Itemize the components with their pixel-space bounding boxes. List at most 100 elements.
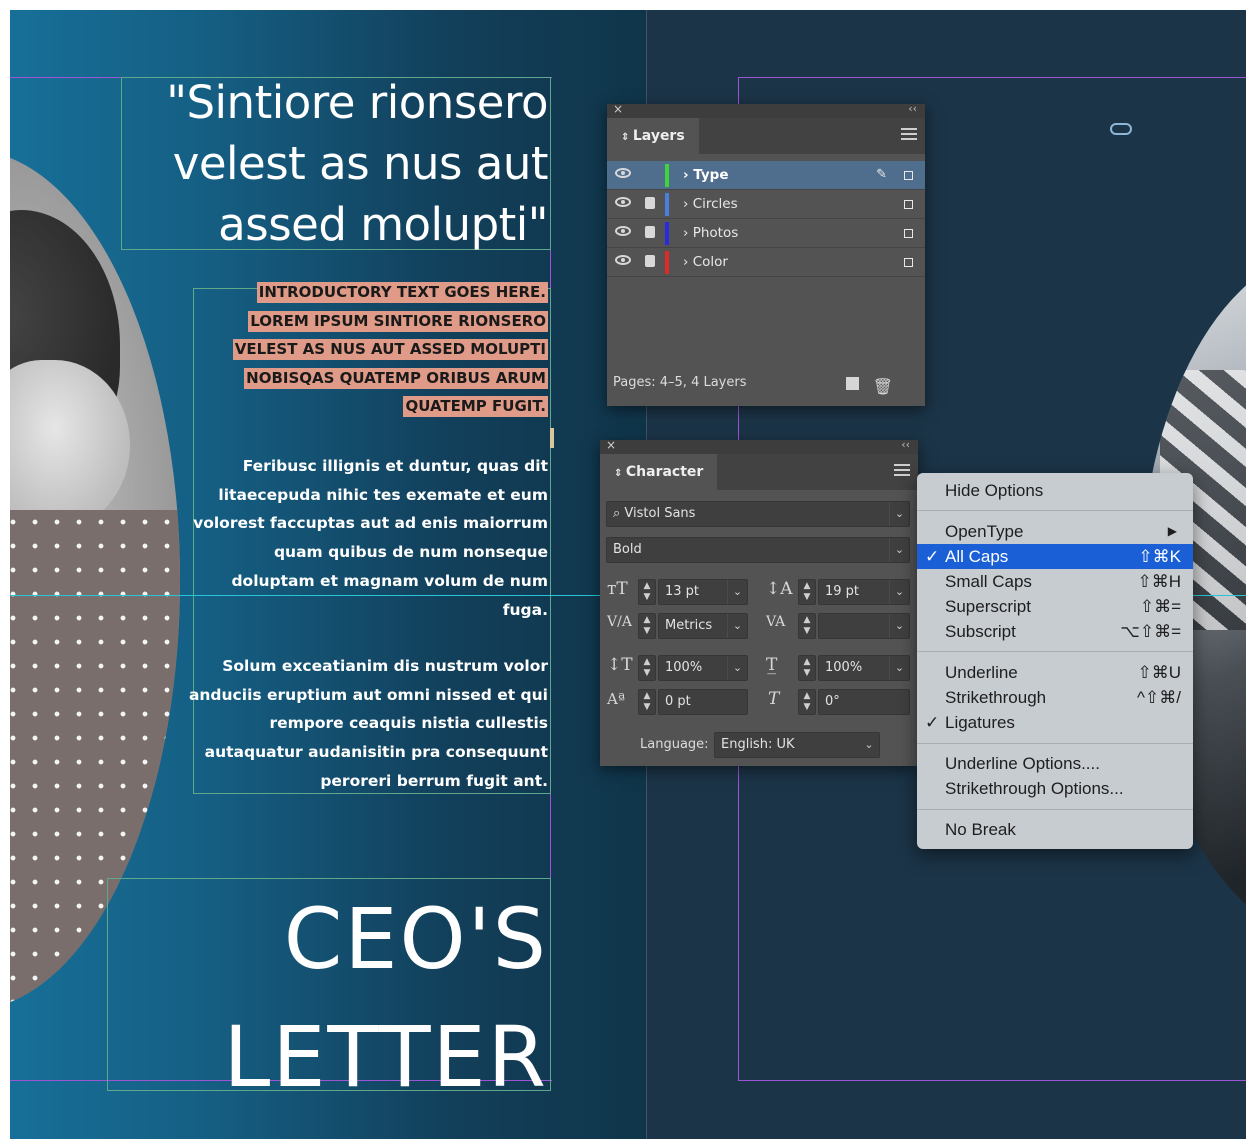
menu-item-opentype[interactable]: OpenType ▶ (917, 519, 1193, 544)
new-layer-icon[interactable] (846, 377, 859, 390)
baseline-shift-stepper[interactable]: ▲ ▼ (638, 689, 656, 715)
leading-field[interactable]: 19 pt ⌄ (818, 579, 910, 605)
language-select[interactable]: English: UK ⌄ (714, 732, 880, 758)
layers-footer: Pages: 4–5, 4 Layers 🗑 (607, 368, 925, 398)
menu-item-underline[interactable]: Underline ⇧⌘U (917, 660, 1193, 685)
skew-icon: T (768, 689, 780, 709)
menu-item-all-caps[interactable]: ✓ All Caps ⇧⌘K (917, 544, 1193, 569)
font-style-select[interactable]: Bold ⌄ (606, 537, 910, 563)
menu-item-superscript[interactable]: Superscript ⇧⌘= (917, 594, 1193, 619)
vertical-scale-field[interactable]: 100% ⌄ (658, 655, 748, 681)
layer-color-swatch (665, 222, 669, 245)
chevron-right-icon[interactable]: › (683, 254, 693, 270)
tab-character[interactable]: ⇕ Character (600, 454, 718, 490)
chevron-down-icon[interactable]: ⌄ (859, 733, 879, 757)
layer-color-swatch (665, 193, 669, 216)
character-options-menu[interactable]: Hide Options OpenType ▶ ✓ All Caps ⇧⌘K S… (917, 473, 1193, 849)
skew-field[interactable]: 0° (818, 689, 910, 715)
tab-layers[interactable]: ⇕ Layers (607, 118, 699, 154)
vertical-scale-stepper[interactable]: ▲ ▼ (638, 655, 656, 681)
chevron-down-icon[interactable]: ⌄ (889, 502, 909, 526)
body-paragraph-2[interactable]: Solum exceatianim dis nustrum volor andu… (188, 652, 548, 796)
font-size-field[interactable]: 13 pt ⌄ (658, 579, 748, 605)
layer-target-square-icon[interactable] (904, 229, 913, 238)
layer-row-photos[interactable]: › Photos (607, 219, 925, 248)
close-icon[interactable]: × (606, 438, 616, 452)
skew-stepper[interactable]: ▲ ▼ (798, 689, 816, 715)
menu-item-shortcut: ⌥⇧⌘= (1120, 622, 1181, 641)
layer-name: › Photos (683, 219, 738, 248)
layers-panel[interactable]: × ‹‹ ⇕ Layers › Type ✎ › Circles › Photo… (607, 102, 925, 406)
language-label: Language: (640, 737, 709, 752)
lock-icon[interactable] (645, 226, 655, 238)
menu-item-shortcut: ⇧⌘K (1138, 547, 1181, 566)
trash-icon[interactable]: 🗑 (873, 372, 893, 402)
link-icon[interactable] (1110, 123, 1132, 135)
chevron-down-icon[interactable]: ⌄ (727, 656, 747, 680)
intro-text-block[interactable]: INTRODUCTORY TEXT GOES HERE. LOREM IPSUM… (188, 282, 548, 425)
horizontal-scale-stepper[interactable]: ▲ ▼ (798, 655, 816, 681)
visibility-eye-icon[interactable] (615, 168, 631, 178)
leading-value: 19 pt (825, 584, 860, 599)
intro-line: LOREM IPSUM SINTIORE RIONSERO (248, 310, 548, 332)
chevron-right-icon[interactable]: › (683, 196, 693, 212)
close-icon[interactable]: × (613, 102, 623, 116)
visibility-eye-icon[interactable] (615, 197, 631, 207)
chevron-down-icon[interactable]: ⌄ (727, 580, 747, 604)
menu-item-small-caps[interactable]: Small Caps ⇧⌘H (917, 569, 1193, 594)
layer-name-text: Type (693, 167, 729, 183)
font-size-stepper[interactable]: ▲ ▼ (638, 579, 656, 605)
layer-target-square-icon[interactable] (904, 200, 913, 209)
chevron-down-icon[interactable]: ⌄ (889, 614, 909, 638)
collapse-icon[interactable]: ‹‹ (901, 438, 910, 451)
menu-item-strikethrough-options[interactable]: Strikethrough Options... (917, 776, 1193, 801)
chevron-right-icon[interactable]: › (683, 167, 693, 183)
baseline-shift-icon: Aª (607, 690, 625, 708)
tracking-field[interactable]: ⌄ (818, 613, 910, 639)
layer-target-square-icon[interactable] (904, 171, 913, 180)
menu-item-label: Strikethrough (945, 688, 1047, 707)
vertical-scale-value: 100% (665, 660, 703, 675)
menu-item-label: Underline (945, 663, 1018, 682)
chevron-down-icon[interactable]: ⌄ (727, 614, 747, 638)
heading-line-2: LETTER (223, 1008, 548, 1106)
panel-menu-icon[interactable] (894, 464, 910, 478)
lock-icon[interactable] (645, 197, 655, 209)
chevron-down-icon[interactable]: ⌄ (889, 538, 909, 562)
menu-item-hide-options[interactable]: Hide Options (917, 478, 1193, 503)
layers-panel-titlebar[interactable]: × ‹‹ (607, 102, 925, 118)
visibility-eye-icon[interactable] (615, 255, 631, 265)
character-panel[interactable]: × ‹‹ ⇕ Character ⌕ Vistol Sans ⌄ Bold ⌄ … (600, 438, 918, 766)
baseline-shift-field[interactable]: 0 pt (658, 689, 748, 715)
menu-item-ligatures[interactable]: ✓ Ligatures (917, 710, 1193, 735)
chevron-down-icon[interactable]: ⌄ (889, 656, 909, 680)
chevron-right-icon[interactable]: › (683, 225, 693, 241)
ceo-letter-heading[interactable]: CEO'S LETTER (128, 880, 548, 1116)
collapse-icon[interactable]: ‹‹ (908, 102, 917, 115)
menu-item-underline-options[interactable]: Underline Options.... (917, 751, 1193, 776)
checkmark-icon: ✓ (925, 713, 940, 732)
layer-color-swatch (665, 251, 669, 274)
character-panel-titlebar[interactable]: × ‹‹ (600, 438, 918, 454)
layer-row-type[interactable]: › Type ✎ (607, 161, 925, 190)
horizontal-scale-icon: T̲ (766, 655, 778, 675)
kerning-field[interactable]: Metrics ⌄ (658, 613, 748, 639)
menu-item-subscript[interactable]: Subscript ⌥⇧⌘= (917, 619, 1193, 644)
pull-quote[interactable]: "Sintiore rionsero velest as nus aut ass… (108, 72, 548, 255)
body-paragraph-1[interactable]: Feribusc illignis et duntur, quas dit li… (188, 452, 548, 624)
layer-target-square-icon[interactable] (904, 258, 913, 267)
menu-item-no-break[interactable]: No Break (917, 817, 1193, 842)
visibility-eye-icon[interactable] (615, 226, 631, 236)
menu-item-strikethrough[interactable]: Strikethrough ^⇧⌘/ (917, 685, 1193, 710)
layer-row-circles[interactable]: › Circles (607, 190, 925, 219)
layer-row-color[interactable]: › Color (607, 248, 925, 277)
font-family-select[interactable]: ⌕ Vistol Sans ⌄ (606, 501, 910, 527)
chevron-down-icon[interactable]: ⌄ (889, 580, 909, 604)
leading-stepper[interactable]: ▲ ▼ (798, 579, 816, 605)
lock-icon[interactable] (645, 255, 655, 267)
submenu-arrow-icon: ▶ (1167, 524, 1177, 538)
horizontal-scale-field[interactable]: 100% ⌄ (818, 655, 910, 681)
panel-menu-icon[interactable] (901, 128, 917, 142)
tracking-stepper[interactable]: ▲ ▼ (798, 613, 816, 639)
kerning-stepper[interactable]: ▲ ▼ (638, 613, 656, 639)
